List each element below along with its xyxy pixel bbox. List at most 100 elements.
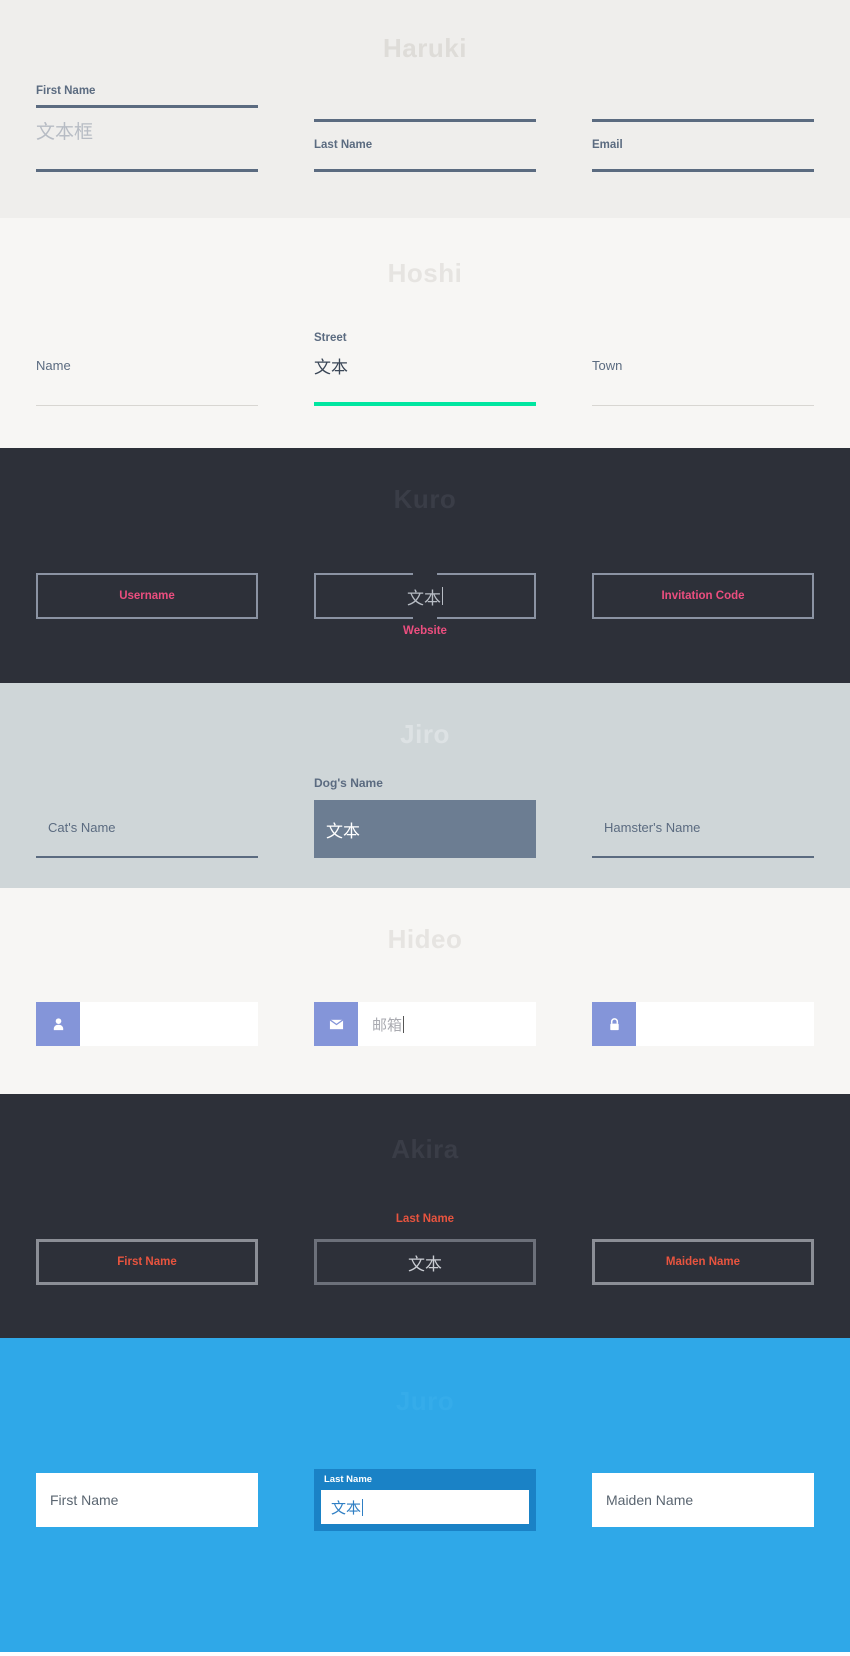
field-value-password — [636, 1002, 814, 1046]
person-icon — [36, 1002, 80, 1046]
field-box-maiden-name[interactable]: Maiden Name — [592, 1473, 814, 1527]
field-kuro-username[interactable]: Username — [36, 573, 258, 619]
field-label-first-name: First Name — [117, 1256, 177, 1268]
text-caret — [442, 587, 443, 605]
field-box-username[interactable]: Username — [36, 573, 258, 619]
field-underline — [592, 856, 814, 858]
field-jiro-hamsters-name[interactable]: Hamster's Name — [592, 800, 814, 858]
field-row-hideo: 邮箱 — [0, 1002, 850, 1046]
section-juro: Juro First Name Last Name 文本 Maiden Name — [0, 1338, 850, 1652]
section-title-haruki: Haruki — [383, 33, 467, 63]
field-label-last-name: Last Name — [314, 139, 373, 151]
field-hideo-username[interactable] — [36, 1002, 258, 1046]
field-hoshi-name[interactable]: Name — [36, 346, 258, 406]
field-box-username[interactable] — [36, 1002, 258, 1046]
field-label-street: Street — [314, 332, 347, 344]
section-haruki: Haruki First Name 文本框 Last Name Email — [0, 0, 850, 218]
field-value-username — [80, 1002, 258, 1046]
field-hideo-password[interactable] — [592, 1002, 814, 1046]
section-kuro: Kuro Username 文本 Website Invitation Code — [0, 448, 850, 683]
field-value-website: 文本 — [407, 588, 441, 608]
field-underline-focused — [314, 402, 536, 406]
field-juro-last-name[interactable]: Last Name 文本 — [314, 1469, 536, 1531]
field-row-haruki: First Name 文本框 Last Name Email — [0, 85, 850, 175]
field-akira-maiden-name[interactable]: Maiden Name — [592, 1239, 814, 1285]
field-box-last-name[interactable]: Last Name 文本 — [314, 1469, 536, 1531]
field-label-maiden-name: Maiden Name — [665, 1256, 741, 1268]
field-hoshi-street[interactable]: Street 文本 — [314, 332, 536, 406]
field-akira-first-name[interactable]: First Name — [36, 1239, 258, 1285]
section-hoshi: Hoshi Name Street 文本 Town — [0, 218, 850, 448]
field-underline — [36, 169, 258, 172]
border-notch-bottom — [413, 616, 437, 619]
field-akira-last-name[interactable]: Last Name 文本 — [314, 1213, 536, 1285]
field-label-hamsters-name: Hamster's Name — [604, 820, 701, 835]
field-value-dogs-name: 文本 — [326, 821, 360, 841]
field-row-akira: First Name Last Name 文本 Maiden Name — [0, 1213, 850, 1285]
field-box-first-name[interactable]: First Name — [36, 1473, 258, 1527]
field-value-last-name: 文本 — [408, 1254, 442, 1274]
section-title-hideo: Hideo — [387, 924, 463, 954]
field-label-email: Email — [592, 139, 623, 151]
field-juro-maiden-name[interactable]: Maiden Name — [592, 1473, 814, 1527]
field-box-maiden-name[interactable]: Maiden Name — [592, 1239, 814, 1285]
field-haruki-last-name[interactable]: Last Name — [314, 85, 536, 175]
field-underline — [592, 405, 814, 406]
field-kuro-website[interactable]: 文本 Website — [314, 573, 536, 637]
field-row-kuro: Username 文本 Website Invitation Code — [0, 573, 850, 637]
field-label-dogs-name: Dog's Name — [314, 776, 383, 790]
field-label-website: Website — [403, 625, 447, 637]
field-label-last-name: Last Name — [324, 1474, 373, 1485]
section-title-juro: Juro — [395, 1386, 455, 1416]
field-label-cats-name: Cat's Name — [48, 820, 116, 835]
envelope-icon — [314, 1002, 358, 1046]
field-haruki-email[interactable]: Email — [592, 85, 814, 175]
field-box-dogs-name[interactable]: 文本 — [314, 800, 536, 858]
field-box-password[interactable] — [592, 1002, 814, 1046]
field-row-hoshi: Name Street 文本 Town — [0, 332, 850, 406]
section-jiro: Jiro Cat's Name Dog's Name 文本 Hamster's … — [0, 683, 850, 888]
field-box-invitation-code[interactable]: Invitation Code — [592, 573, 814, 619]
field-box-last-name[interactable]: 文本 — [314, 1239, 536, 1285]
field-label-town: Town — [592, 358, 623, 373]
section-title-hoshi: Hoshi — [387, 258, 463, 288]
field-hideo-email[interactable]: 邮箱 — [314, 1002, 536, 1046]
field-kuro-invitation-code[interactable]: Invitation Code — [592, 573, 814, 619]
section-akira: Akira First Name Last Name 文本 Maiden Nam… — [0, 1094, 850, 1338]
section-hideo: Hideo 邮箱 — [0, 888, 850, 1094]
field-juro-first-name[interactable]: First Name — [36, 1473, 258, 1527]
field-underline — [36, 405, 258, 406]
field-divider-top — [36, 105, 258, 108]
field-label-last-name: Last Name — [395, 1213, 455, 1225]
field-row-jiro: Cat's Name Dog's Name 文本 Hamster's Name — [0, 776, 850, 858]
section-title-akira: Akira — [391, 1134, 459, 1164]
section-title-jiro: Jiro — [400, 719, 450, 749]
field-label-first-name: First Name — [36, 85, 96, 97]
field-input-last-name[interactable]: 文本 — [321, 1490, 529, 1524]
field-label-maiden-name: Maiden Name — [606, 1492, 694, 1508]
field-haruki-first-name[interactable]: First Name 文本框 — [36, 85, 258, 175]
field-value-email: 邮箱 — [372, 1016, 403, 1034]
lock-icon — [592, 1002, 636, 1046]
field-jiro-dogs-name[interactable]: Dog's Name 文本 — [314, 776, 536, 858]
text-caret — [403, 1015, 405, 1033]
field-value-first-name: 文本框 — [36, 122, 94, 143]
field-label-name: Name — [36, 358, 71, 373]
field-value-last-name: 文本 — [331, 1499, 362, 1517]
field-underline — [36, 856, 258, 858]
field-label-invitation-code: Invitation Code — [661, 590, 745, 602]
field-jiro-cats-name[interactable]: Cat's Name — [36, 800, 258, 858]
field-label-username: Username — [119, 590, 175, 602]
field-value-street: 文本 — [314, 358, 348, 377]
field-underline — [314, 169, 536, 172]
field-hoshi-town[interactable]: Town — [592, 346, 814, 406]
border-notch-top — [413, 573, 437, 576]
section-title-kuro: Kuro — [393, 484, 457, 514]
text-caret — [362, 1498, 364, 1516]
field-box-first-name[interactable]: First Name — [36, 1239, 258, 1285]
field-divider-top — [592, 119, 814, 122]
field-box-email[interactable]: 邮箱 — [314, 1002, 536, 1046]
field-divider-top — [314, 119, 536, 122]
field-row-juro: First Name Last Name 文本 Maiden Name — [0, 1469, 850, 1531]
field-box-website[interactable]: 文本 — [314, 573, 536, 619]
